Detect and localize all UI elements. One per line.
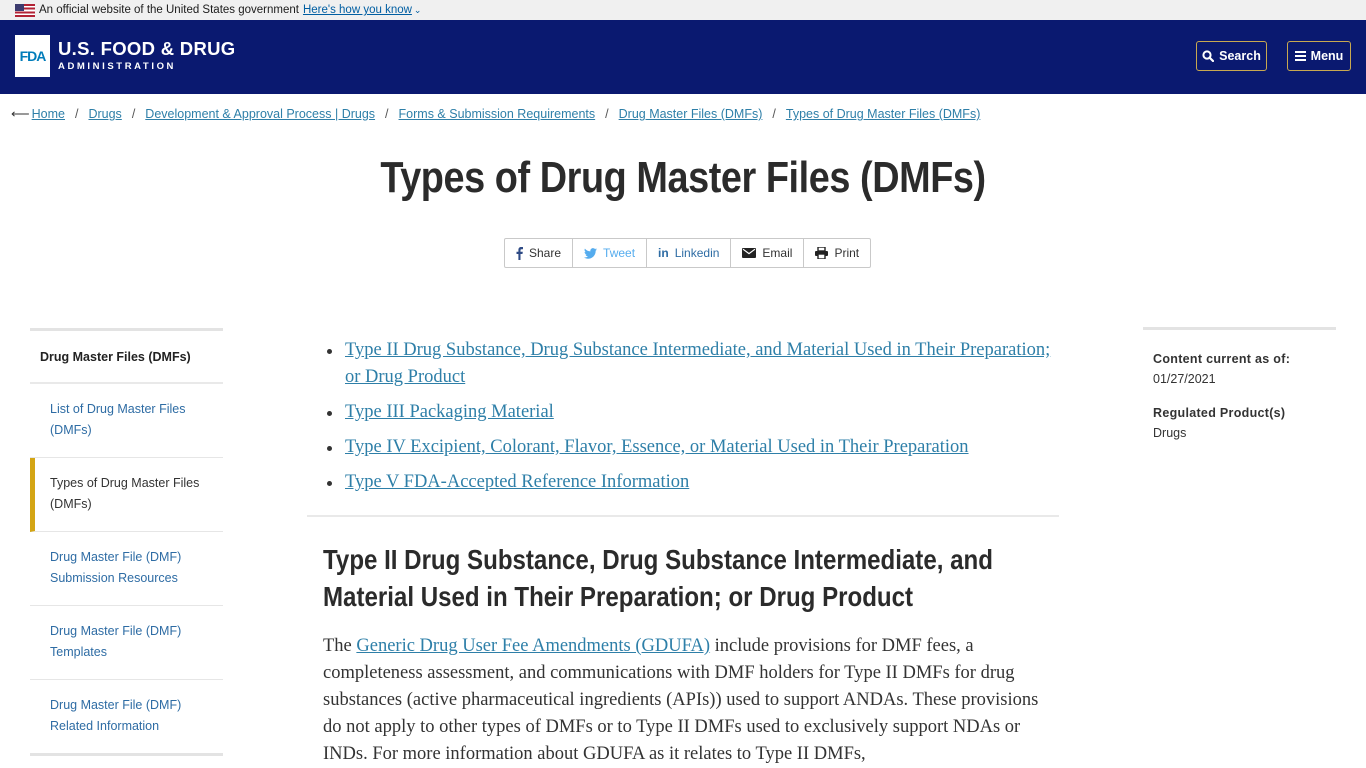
- tweet-label: Tweet: [603, 246, 636, 260]
- chevron-down-icon[interactable]: ⌄: [414, 0, 422, 20]
- breadcrumb-types-of-dmfs[interactable]: Types of Drug Master Files (DMFs): [786, 107, 980, 121]
- page-metadata: Content current as of: 01/27/2021 Regula…: [1143, 327, 1336, 462]
- site-header: FDA U.S. FOOD & DRUG ADMINISTRATION Sear…: [0, 20, 1366, 94]
- nav-item-related-information[interactable]: Drug Master File (DMF) Related Informati…: [30, 680, 223, 756]
- breadcrumb-forms-submission[interactable]: Forms & Submission Requirements: [399, 107, 596, 121]
- gov-banner: An official website of the United States…: [0, 0, 1366, 20]
- toc-link-type-v[interactable]: Type V FDA-Accepted Reference Informatio…: [345, 472, 689, 492]
- breadcrumb-separator: /: [74, 107, 79, 121]
- toc-link-type-iv[interactable]: Type IV Excipient, Colorant, Flavor, Ess…: [345, 437, 969, 457]
- nav-item-types-of-dmfs[interactable]: Types of Drug Master Files (DMFs): [30, 458, 223, 532]
- breadcrumb-dmfs[interactable]: Drug Master Files (DMFs): [619, 107, 763, 121]
- breadcrumb-development-approval[interactable]: Development & Approval Process | Drugs: [145, 107, 375, 121]
- linkedin-label: Linkedin: [674, 246, 720, 260]
- toc-item: Type IV Excipient, Colorant, Flavor, Ess…: [327, 434, 1059, 461]
- section-nav-heading[interactable]: Drug Master Files (DMFs): [30, 331, 223, 384]
- table-of-contents: Type II Drug Substance, Drug Substance I…: [307, 337, 1059, 496]
- nav-item-list-of-dmfs[interactable]: List of Drug Master Files (DMFs): [30, 384, 223, 458]
- arrow-left-icon: ⟵: [11, 106, 30, 121]
- site-name-line2: ADMINISTRATION: [58, 61, 177, 72]
- divider: [307, 515, 1059, 517]
- nav-item-submission-resources[interactable]: Drug Master File (DMF) Submission Resour…: [30, 532, 223, 606]
- search-icon: [1202, 50, 1215, 62]
- breadcrumb-separator: /: [385, 107, 389, 121]
- envelope-icon: [742, 248, 757, 258]
- para-prefix: The: [323, 636, 357, 656]
- nav-item-templates[interactable]: Drug Master File (DMF) Templates: [30, 606, 223, 680]
- twitter-share-button[interactable]: Tweet: [573, 239, 648, 267]
- fda-logo-mark: FDA: [19, 48, 47, 64]
- section-nav: Drug Master Files (DMFs) List of Drug Ma…: [30, 328, 223, 756]
- gdufa-link[interactable]: Generic Drug User Fee Amendments (GDUFA): [356, 636, 710, 656]
- page-title: Types of Drug Master Files (DMFs): [380, 153, 986, 202]
- site-name[interactable]: U.S. FOOD & DRUG ADMINISTRATION: [58, 39, 235, 74]
- menu-button[interactable]: Menu: [1287, 41, 1351, 71]
- email-label: Email: [762, 246, 793, 260]
- us-flag-icon: [15, 3, 35, 17]
- breadcrumb-separator: /: [772, 107, 776, 121]
- menu-button-label: Menu: [1310, 49, 1344, 63]
- breadcrumb-home[interactable]: Home: [32, 107, 65, 121]
- content-current-date: 01/27/2021: [1153, 372, 1216, 386]
- heres-how-you-know-link[interactable]: Here's how you know: [303, 0, 412, 20]
- linkedin-icon: in: [658, 246, 669, 260]
- fda-logo[interactable]: FDA: [15, 35, 50, 77]
- content-current-label: Content current as of:: [1153, 352, 1291, 366]
- gdufa-paragraph: The Generic Drug User Fee Amendments (GD…: [323, 633, 1043, 768]
- regulated-products-value: Drugs: [1153, 426, 1187, 440]
- site-name-line1: U.S. FOOD & DRUG: [58, 38, 236, 59]
- gov-banner-text: An official website of the United States…: [39, 4, 299, 16]
- twitter-icon: [584, 247, 598, 259]
- facebook-share-button[interactable]: Share: [505, 239, 574, 267]
- toc-link-type-ii[interactable]: Type II Drug Substance, Drug Substance I…: [345, 340, 1050, 387]
- search-button-label: Search: [1219, 49, 1261, 63]
- breadcrumb-separator: /: [131, 107, 136, 121]
- regulated-products-label: Regulated Product(s): [1153, 406, 1286, 420]
- toc-link-type-iii[interactable]: Type III Packaging Material: [345, 402, 554, 422]
- printer-icon: [815, 247, 829, 259]
- search-button[interactable]: Search: [1196, 41, 1267, 71]
- toc-item: Type V FDA-Accepted Reference Informatio…: [327, 469, 1059, 496]
- print-button[interactable]: Print: [804, 239, 870, 267]
- linkedin-share-button[interactable]: in Linkedin: [647, 239, 732, 267]
- print-label: Print: [834, 246, 860, 260]
- breadcrumb: ⟵ Home / Drugs / Development & Approval …: [11, 106, 980, 122]
- share-label: Share: [529, 246, 562, 260]
- facebook-icon: [516, 246, 523, 260]
- email-share-button[interactable]: Email: [731, 239, 805, 267]
- toc-item: Type II Drug Substance, Drug Substance I…: [327, 337, 1059, 391]
- breadcrumb-drugs[interactable]: Drugs: [88, 107, 121, 121]
- hamburger-icon: [1294, 51, 1306, 61]
- section-heading-type-ii: Type II Drug Substance, Drug Substance I…: [323, 544, 993, 612]
- breadcrumb-separator: /: [605, 107, 609, 121]
- toc-item: Type III Packaging Material: [327, 399, 1059, 426]
- main-content: Type II Drug Substance, Drug Substance I…: [307, 333, 1059, 768]
- share-toolbar: Share Tweet in Linkedin Email Print: [504, 238, 872, 268]
